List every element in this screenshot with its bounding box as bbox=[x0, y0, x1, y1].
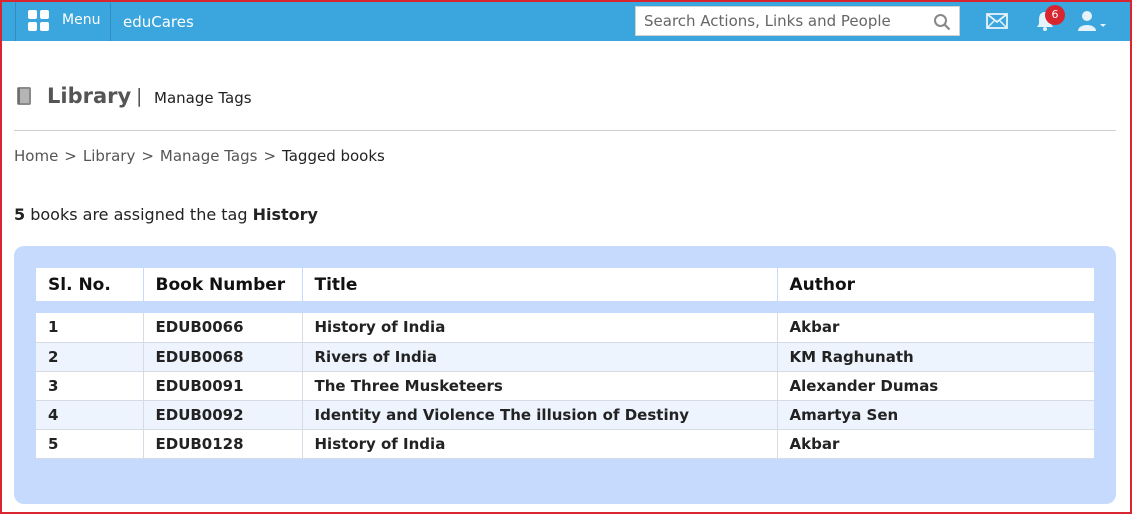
notification-badge: 6 bbox=[1045, 5, 1065, 25]
menu-label: Menu bbox=[62, 12, 101, 28]
cell-author: Akbar bbox=[777, 313, 1094, 343]
table-row[interactable]: 3 EDUB0091 The Three Musketeers Alexande… bbox=[36, 371, 1094, 401]
brand-name[interactable]: eduCares bbox=[123, 13, 194, 31]
cell-author: Alexander Dumas bbox=[777, 371, 1094, 401]
book-count: 5 bbox=[14, 205, 26, 224]
cell-sl-no: 3 bbox=[36, 371, 144, 401]
table-row[interactable]: 4 EDUB0092 Identity and Violence The ill… bbox=[36, 400, 1094, 430]
cell-book-number: EDUB0091 bbox=[143, 371, 303, 401]
search-box bbox=[635, 6, 960, 36]
table-row[interactable]: 5 EDUB0128 History of India Akbar bbox=[36, 429, 1094, 459]
summary-text: books are assigned the tag bbox=[25, 205, 253, 224]
tag-summary: 5 books are assigned the tag History bbox=[14, 205, 318, 224]
cell-author: KM Raghunath bbox=[777, 342, 1094, 372]
breadcrumb-library[interactable]: Library bbox=[83, 147, 135, 165]
breadcrumb-current: Tagged books bbox=[282, 147, 385, 165]
search-input[interactable] bbox=[636, 7, 926, 35]
breadcrumb-separator: > bbox=[141, 147, 154, 165]
cell-title: Rivers of India bbox=[302, 342, 778, 372]
cell-title: The Three Musketeers bbox=[302, 371, 778, 401]
cell-book-number: EDUB0068 bbox=[143, 342, 303, 372]
book-icon bbox=[17, 87, 31, 105]
mail-icon[interactable] bbox=[986, 12, 1008, 30]
cell-title: History of India bbox=[302, 429, 778, 459]
cell-sl-no: 5 bbox=[36, 429, 144, 459]
cell-author: Akbar bbox=[777, 429, 1094, 459]
page-subtitle: Manage Tags bbox=[154, 89, 252, 107]
cell-book-number: EDUB0066 bbox=[143, 313, 303, 343]
cell-sl-no: 4 bbox=[36, 400, 144, 430]
title-separator: | bbox=[136, 85, 143, 107]
table-row[interactable]: 1 EDUB0066 History of India Akbar bbox=[36, 313, 1094, 343]
breadcrumb-home[interactable]: Home bbox=[14, 147, 58, 165]
tag-name: History bbox=[252, 205, 318, 224]
search-icon[interactable] bbox=[933, 13, 951, 31]
menu-grid-icon bbox=[28, 10, 50, 32]
column-header-sl-no[interactable]: Sl. No. bbox=[36, 268, 144, 301]
tagged-books-panel: Sl. No. Book Number Title Author 1 EDUB0… bbox=[14, 246, 1116, 504]
tagged-books-table: Sl. No. Book Number Title Author 1 EDUB0… bbox=[36, 268, 1094, 459]
breadcrumb-separator: > bbox=[263, 147, 277, 165]
breadcrumb-manage-tags[interactable]: Manage Tags bbox=[160, 147, 258, 165]
user-icon[interactable] bbox=[1077, 10, 1109, 32]
page-title: Library bbox=[47, 84, 132, 108]
breadcrumb: Home > Library > Manage Tags > Tagged books bbox=[14, 147, 385, 165]
cell-sl-no: 2 bbox=[36, 342, 144, 372]
header-divider bbox=[14, 130, 1116, 131]
table-header-row: Sl. No. Book Number Title Author bbox=[36, 268, 1094, 301]
column-header-author[interactable]: Author bbox=[777, 268, 1094, 301]
cell-title: History of India bbox=[302, 313, 778, 343]
cell-sl-no: 1 bbox=[36, 313, 144, 343]
cell-book-number: EDUB0128 bbox=[143, 429, 303, 459]
column-header-book-number[interactable]: Book Number bbox=[143, 268, 303, 301]
menu-button[interactable]: Menu bbox=[15, 2, 111, 41]
cell-title: Identity and Violence The illusion of De… bbox=[302, 400, 778, 430]
cell-author: Amartya Sen bbox=[777, 400, 1094, 430]
cell-book-number: EDUB0092 bbox=[143, 400, 303, 430]
column-header-title[interactable]: Title bbox=[302, 268, 778, 301]
breadcrumb-separator: > bbox=[64, 147, 77, 165]
top-navbar: Menu eduCares 6 bbox=[2, 2, 1130, 41]
table-row[interactable]: 2 EDUB0068 Rivers of India KM Raghunath bbox=[36, 342, 1094, 372]
